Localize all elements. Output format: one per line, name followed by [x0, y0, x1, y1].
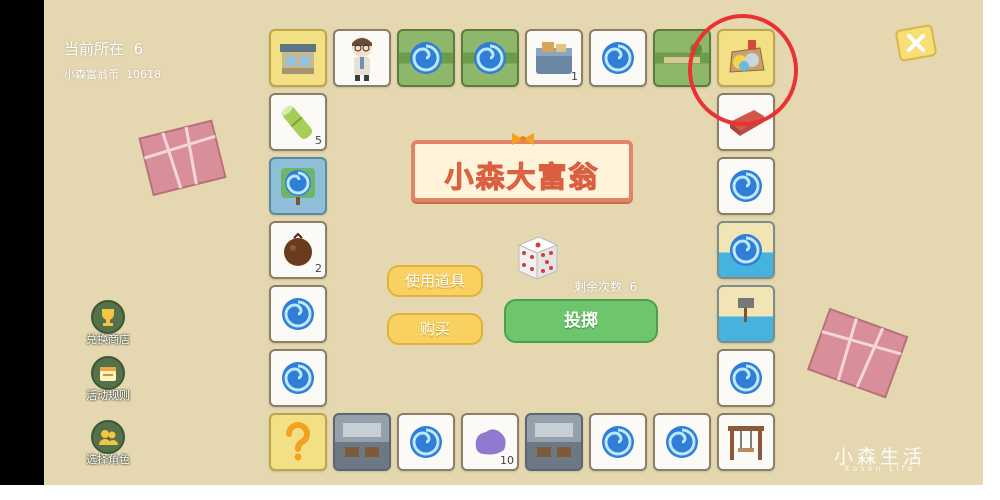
- board-tile-swirl-beach: [717, 221, 775, 279]
- board-tile-swirl-grass-2: [461, 29, 519, 87]
- select-character-button[interactable]: 选择角色: [68, 420, 148, 467]
- game-title-banner: 小森大富翁: [411, 133, 633, 202]
- blue-swirl-icon: [730, 234, 762, 266]
- blue-swirl-icon: [602, 426, 634, 458]
- bottom-white-bar: [0, 485, 1000, 500]
- blue-swirl-icon: [410, 426, 442, 458]
- board-tile-swirl-top: [589, 29, 647, 87]
- red-highlight-circle: [680, 6, 806, 134]
- board-tile-swirl-bottom-2: [589, 413, 647, 471]
- remaining-value: 6: [629, 280, 638, 294]
- map-decoration-left-icon: [138, 119, 227, 197]
- trophy-icon: [102, 309, 114, 326]
- close-icon[interactable]: [893, 22, 939, 64]
- player-character-icon: [352, 37, 372, 81]
- swing-icon: [728, 426, 764, 460]
- toolbox-count: 1: [571, 70, 578, 83]
- exchange-shop-button[interactable]: 兑换商店: [68, 300, 148, 347]
- blue-swirl-icon: [602, 42, 634, 74]
- board-tile-coconut: 2: [269, 221, 327, 279]
- blue-swirl-icon: [666, 426, 698, 458]
- board-tile-mystery: [269, 413, 327, 471]
- coin-value: 10618: [126, 68, 161, 81]
- board-tile-bamboo: 5: [269, 93, 327, 151]
- swirl-tree-icon: [281, 168, 315, 205]
- street-scene-icon: [535, 423, 573, 457]
- position-value: 6: [133, 40, 144, 58]
- blue-swirl-icon: [282, 362, 314, 394]
- blue-swirl-icon: [730, 362, 762, 394]
- board-tile-swing: [717, 413, 775, 471]
- blue-swirl-icon: [730, 170, 762, 202]
- roll-dice-button[interactable]: 投掷: [504, 299, 658, 343]
- bamboo-count: 5: [315, 134, 322, 147]
- use-item-button[interactable]: 使用道具: [387, 265, 483, 297]
- board-tile-street-2: [525, 413, 583, 471]
- remaining-label: 剩余次数: [574, 280, 623, 294]
- blue-swirl-icon: [282, 298, 314, 330]
- right-white-bar: [983, 0, 1000, 500]
- rock-count: 10: [500, 454, 514, 467]
- remaining-rolls-text: 剩余次数 6: [574, 278, 637, 295]
- coin-label: 小森富翁币: [64, 68, 119, 81]
- board-tile-street-1: [333, 413, 391, 471]
- people-icon: [99, 430, 118, 445]
- coconut-count: 2: [315, 262, 322, 275]
- board-tile-swirl-bottom-1: [397, 413, 455, 471]
- toolbox-icon: [536, 42, 572, 74]
- calendar-icon: [100, 367, 116, 381]
- current-position-text: 当前所在 6: [64, 38, 143, 59]
- board-tile-toolbox: 1: [525, 29, 583, 87]
- buy-button[interactable]: 购买: [387, 313, 483, 345]
- board-tile-shop: [269, 29, 327, 87]
- board-tile-swirl-tree: [269, 157, 327, 215]
- coin-balance-text: 小森富翁币 10618: [64, 66, 161, 82]
- board-tile-character: [333, 29, 391, 87]
- watermark-subtext: Xosen Life: [844, 464, 916, 473]
- game-board-screen: 当前所在 6 小森富翁币 10618 兑换商店 活动规则 选择角色 1 5 2 …: [44, 0, 983, 500]
- position-label: 当前所在: [64, 40, 125, 58]
- ribbon-bow-icon: [512, 133, 534, 145]
- board-tile-swirl-grass-1: [397, 29, 455, 87]
- beach-sign-icon: [738, 298, 754, 322]
- bamboo-icon: [281, 105, 313, 139]
- left-black-bar: [0, 0, 44, 500]
- question-mark-icon: [285, 422, 310, 461]
- board-tile-rock: 10: [461, 413, 519, 471]
- board-tile-swirl-right-1: [717, 157, 775, 215]
- board-tile-swirl-bottom-3: [653, 413, 711, 471]
- board-tile-swirl-right-2: [717, 349, 775, 407]
- street-scene-icon: [343, 423, 381, 457]
- board-tile-swirl-left-1: [269, 285, 327, 343]
- map-decoration-right-icon: [806, 307, 909, 399]
- board-tile-swirl-left-2: [269, 349, 327, 407]
- blue-swirl-icon: [474, 42, 506, 74]
- game-title: 小森大富翁: [444, 160, 600, 195]
- coconut-icon: [284, 232, 312, 266]
- blue-swirl-icon: [410, 42, 442, 74]
- shop-building-icon: [280, 44, 316, 74]
- dice-icon[interactable]: [509, 231, 561, 283]
- event-rules-button[interactable]: 活动规则: [68, 356, 148, 403]
- board-tile-beach-sign: [717, 285, 775, 343]
